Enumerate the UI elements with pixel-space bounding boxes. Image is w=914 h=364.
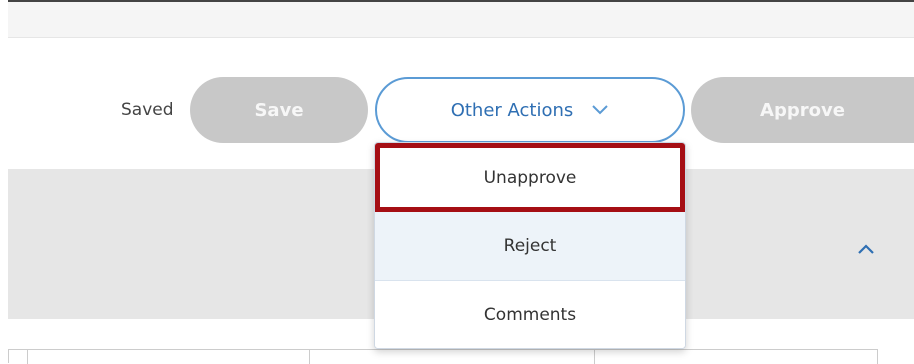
other-actions-menu: Unapprove Reject Comments [374,142,686,349]
column-divider [594,350,595,364]
menu-item-label: Comments [483,305,577,325]
table-header [8,349,878,364]
column-divider [27,350,28,364]
save-button[interactable]: Save [190,77,368,143]
menu-item-label: Unapprove [483,167,577,188]
top-bar [8,0,914,37]
column-divider [309,350,310,364]
approve-button[interactable]: Approve [691,77,914,143]
other-actions-button[interactable]: Other Actions [375,77,685,143]
menu-item-reject[interactable]: Reject [375,212,685,281]
chevron-down-icon [591,104,609,116]
menu-item-label: Reject [503,236,557,256]
save-status-text: Saved [121,100,174,120]
menu-item-comments[interactable]: Comments [375,281,685,348]
approve-button-label: Approve [760,99,845,121]
column-divider [877,350,878,364]
menu-item-unapprove[interactable]: Unapprove [375,143,685,212]
save-button-label: Save [254,99,304,121]
other-actions-label: Other Actions [450,99,574,121]
chevron-up-icon[interactable] [857,240,875,259]
